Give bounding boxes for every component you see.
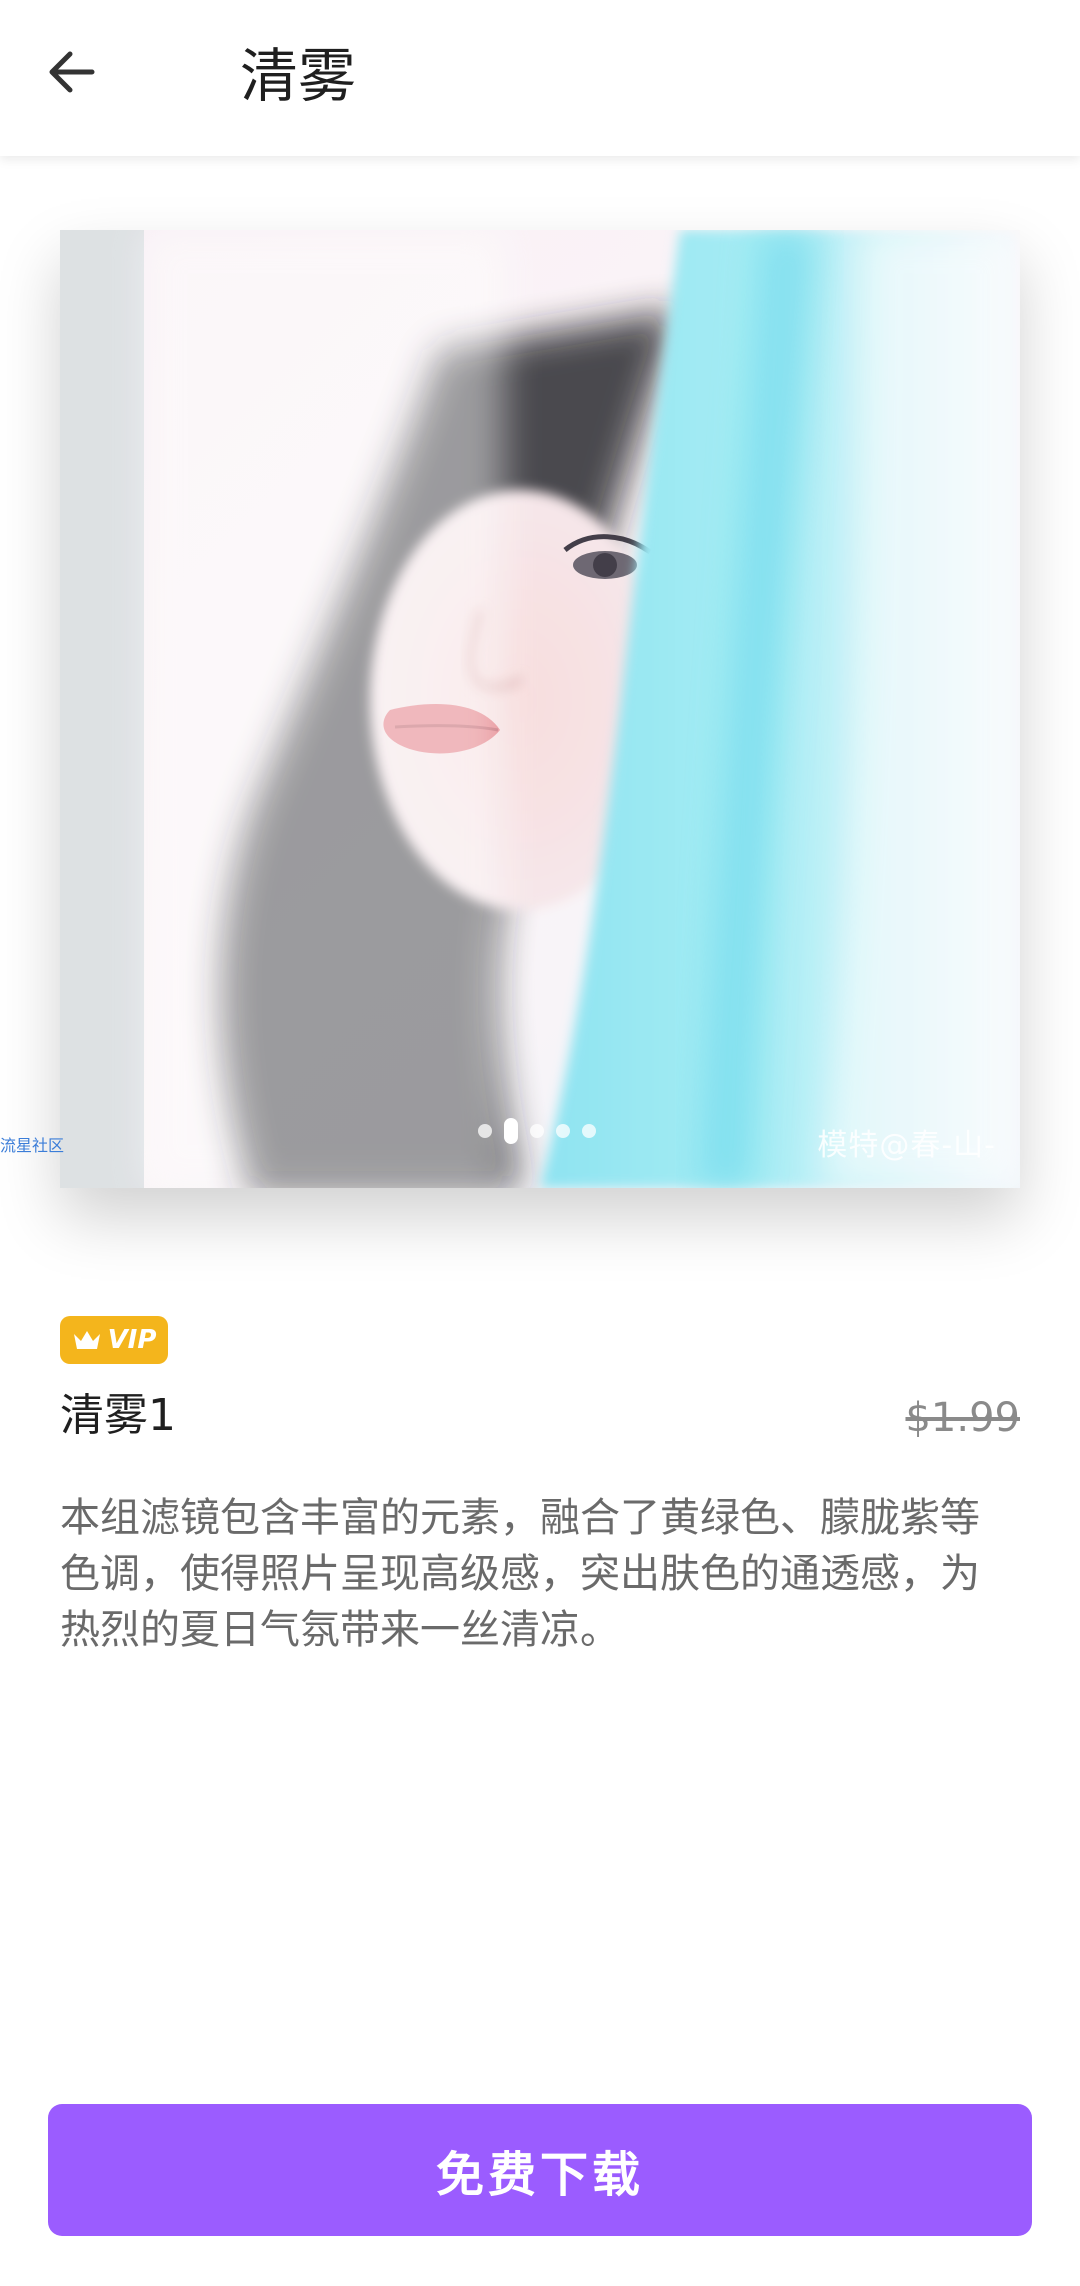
carousel-dot[interactable] bbox=[530, 1124, 544, 1138]
carousel-dot-active[interactable] bbox=[504, 1118, 518, 1144]
carousel-indicator bbox=[478, 1118, 596, 1144]
model-watermark: 模特@春-山- bbox=[817, 1128, 996, 1163]
carousel-dot[interactable] bbox=[478, 1124, 492, 1138]
page-title: 清雾 bbox=[240, 42, 357, 110]
vip-badge-label: VIP bbox=[107, 1325, 157, 1355]
preview-carousel[interactable]: 模特@春-山- bbox=[60, 230, 1020, 1188]
filter-name: 清雾1 bbox=[60, 1390, 176, 1441]
back-button[interactable] bbox=[36, 36, 108, 108]
app-root: 清雾 模特@春-山- 流星社区 VIP 清雾1 $1.99 本组滤镜包含丰富的元… bbox=[0, 0, 1080, 2286]
top-bar: 清雾 bbox=[0, 0, 1080, 156]
filter-description: 本组滤镜包含丰富的元素，融合了黄绿色、朦胧紫等色调，使得照片呈现高级感，突出肤色… bbox=[60, 1495, 980, 1653]
carousel-dot[interactable] bbox=[556, 1124, 570, 1138]
free-download-button[interactable]: 免费下载 bbox=[48, 2104, 1032, 2236]
original-price: $1.99 bbox=[905, 1395, 1020, 1441]
preview-image bbox=[60, 230, 1020, 1188]
vip-badge: VIP bbox=[60, 1316, 168, 1364]
community-tag: 流星社区 bbox=[0, 1136, 65, 1155]
crown-icon bbox=[73, 1331, 100, 1349]
carousel-dot[interactable] bbox=[582, 1124, 596, 1138]
arrow-left-icon bbox=[49, 51, 95, 93]
